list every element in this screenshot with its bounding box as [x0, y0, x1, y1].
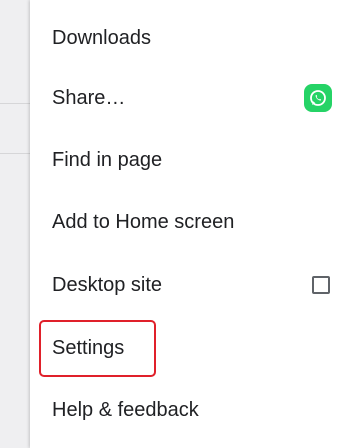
menu-item-help-feedback[interactable]: Help & feedback — [30, 380, 350, 440]
desktop-site-checkbox[interactable] — [312, 276, 330, 294]
menu-item-label: Share… — [52, 86, 126, 109]
whatsapp-icon[interactable] — [304, 84, 332, 112]
menu-item-label: Find in page — [52, 148, 163, 171]
menu-item-desktop-site[interactable]: Desktop site — [30, 255, 350, 315]
menu-item-settings[interactable]: Settings — [30, 318, 350, 378]
menu-item-label: Add to Home screen — [52, 210, 235, 233]
menu-item-label: Downloads — [52, 26, 151, 49]
menu-item-label: Help & feedback — [52, 398, 199, 421]
menu-item-label: Settings — [52, 336, 125, 359]
overflow-menu: Downloads Share… Find in page Add to Hom… — [30, 0, 350, 448]
menu-item-find-in-page[interactable]: Find in page — [30, 130, 350, 190]
menu-item-add-to-home-screen[interactable]: Add to Home screen — [30, 192, 350, 252]
menu-item-label: Desktop site — [52, 273, 163, 296]
backdrop-divider — [0, 153, 32, 154]
menu-item-share[interactable]: Share… — [30, 68, 350, 128]
backdrop-divider — [0, 103, 32, 104]
menu-item-downloads[interactable]: Downloads — [30, 8, 350, 68]
